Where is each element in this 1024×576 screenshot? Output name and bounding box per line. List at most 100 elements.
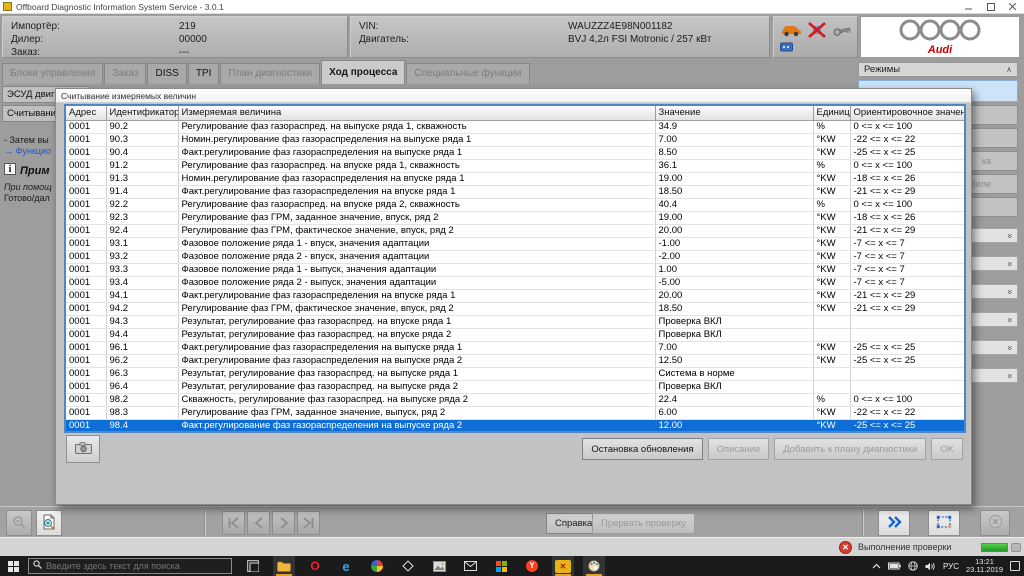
camera-icon	[75, 442, 92, 457]
table-row[interactable]: 000193.3Фазовое положение ряда 1 - выпус…	[66, 263, 964, 276]
opera-icon[interactable]: O	[304, 556, 326, 576]
abort-test-button: Прервать проверку	[592, 513, 695, 534]
zoom-document-button[interactable]	[36, 510, 62, 536]
dialog-button-остановка-обновления[interactable]: Остановка обновления	[582, 438, 702, 460]
battery-icon[interactable]	[888, 562, 901, 570]
x-circle-icon	[988, 514, 1003, 532]
column-header[interactable]: Измеряемая величина	[178, 106, 655, 120]
table-row[interactable]: 000194.3Результат, регулирование фаз газ…	[66, 315, 964, 328]
maximize-button[interactable]	[980, 0, 1002, 14]
measured-values-dialog: Считывание измеряемых величин АдресИдент…	[55, 88, 972, 505]
connection-status-panel	[773, 16, 858, 58]
measurement-table-body: 000190.2Регулирование фаз газораспред. н…	[66, 120, 964, 432]
table-row[interactable]: 000194.2Регулирование фаз ГРМ, фактическ…	[66, 302, 964, 315]
network-icon[interactable]	[908, 561, 918, 571]
table-row[interactable]: 000196.2Факт.регулирование фаз газораспр…	[66, 354, 964, 367]
cancel-circle-button	[980, 510, 1010, 536]
progress-bar	[981, 543, 1008, 552]
table-row[interactable]: 000192.4Регулирование фаз ГРМ, фактическ…	[66, 224, 964, 237]
table-row[interactable]: 000194.4Результат, регулирование фаз газ…	[66, 328, 964, 341]
zoom-out-button	[6, 510, 32, 536]
pinwheel-app-icon[interactable]	[366, 556, 388, 576]
file-explorer-icon[interactable]	[273, 556, 295, 576]
mail-icon[interactable]	[459, 556, 481, 576]
tab-ход-процесса[interactable]: Ход процесса	[321, 60, 405, 84]
table-row[interactable]: 000192.3Регулирование фаз ГРМ, заданное …	[66, 211, 964, 224]
table-row[interactable]: 000190.3Номин.регулирование фаз газорасп…	[66, 133, 964, 146]
table-row[interactable]: 000191.2Регулирование фаз газораспред. н…	[66, 159, 964, 172]
table-row[interactable]: 000192.2Регулирование фаз газораспред. н…	[66, 198, 964, 211]
screen-capture-button[interactable]	[928, 510, 960, 536]
dealer-label: Дилер:	[11, 33, 43, 46]
tab-tpi[interactable]: TPI	[188, 63, 220, 84]
left-panel-function-link[interactable]: → Функцио	[4, 146, 56, 156]
volume-icon[interactable]	[925, 562, 936, 571]
table-row[interactable]: 000198.3Регулирование фаз ГРМ, заданное …	[66, 406, 964, 419]
tab-diss[interactable]: DISS	[147, 63, 186, 84]
double-chevron-down-icon: »	[1005, 261, 1015, 266]
dealer-value: 00000	[179, 33, 207, 46]
bottom-toolbar: Справка Прервать проверку	[0, 506, 1024, 537]
table-row[interactable]: 000191.4Факт.регулирование фаз газораспр…	[66, 185, 964, 198]
toolbar-separator	[204, 510, 206, 536]
column-header[interactable]: Единица	[813, 106, 850, 120]
task-view-button[interactable]	[242, 556, 264, 576]
no-connection-icon	[808, 22, 826, 41]
left-panel-note-line2: Готово/дал	[4, 193, 56, 203]
measurement-table-header-row: АдресИдентификаторИзмеряемая величинаЗна…	[66, 106, 964, 120]
column-header[interactable]: Значение	[655, 106, 813, 120]
table-row[interactable]: 000198.2Скважность, регулирование фаз га…	[66, 393, 964, 406]
dialog-button-добавить-к-плану-диагностики: Добавить к плану диагностики	[774, 438, 926, 460]
continue-button[interactable]	[878, 510, 910, 536]
odis-taskbar-icon[interactable]: ✕	[552, 556, 574, 576]
double-chevron-down-icon: »	[1005, 317, 1015, 322]
diamond-app-icon[interactable]	[397, 556, 419, 576]
table-row[interactable]: 000191.3Номин.регулирование фаз газорасп…	[66, 172, 964, 185]
close-button[interactable]	[1002, 0, 1024, 14]
search-input[interactable]	[46, 561, 227, 571]
table-row[interactable]: 000193.4Фазовое положение ряда 2 - выпус…	[66, 276, 964, 289]
key-icon	[832, 24, 852, 40]
vin-label: VIN:	[359, 20, 378, 33]
table-row[interactable]: 000190.2Регулирование фаз газораспред. н…	[66, 120, 964, 133]
photos-icon[interactable]	[428, 556, 450, 576]
tray-expand-icon[interactable]	[872, 563, 881, 569]
collapse-caret-icon[interactable]: ∧	[1006, 63, 1012, 76]
table-row[interactable]: 000194.1Факт.регулирование фаз газораспр…	[66, 289, 964, 302]
store-icon[interactable]	[490, 556, 512, 576]
diagnostic-interface-icon	[780, 44, 796, 55]
column-header[interactable]: Ориентировочное значение	[850, 106, 964, 120]
order-label: Заказ:	[11, 46, 40, 59]
table-row[interactable]: 000193.1Фазовое положение ряда 1 - впуск…	[66, 237, 964, 250]
tray-clock[interactable]: 13:21 23.11.2019	[966, 558, 1003, 574]
left-panel-note-title: Прим	[20, 165, 50, 177]
double-chevron-down-icon: »	[1005, 233, 1015, 238]
window-titlebar: Offboard Diagnostic Information System S…	[0, 0, 1024, 14]
notification-center-icon[interactable]	[1010, 561, 1020, 571]
tab-заказ: Заказ	[104, 63, 146, 84]
taskbar-search[interactable]	[28, 558, 232, 574]
table-row[interactable]: 000196.4Результат, регулирование фаз газ…	[66, 380, 964, 393]
start-button[interactable]	[0, 556, 26, 576]
table-row[interactable]: 000196.1Факт.регулирование фаз газораспр…	[66, 341, 964, 354]
table-row[interactable]: 000193.2Фазовое положение ряда 2 - впуск…	[66, 250, 964, 263]
importer-label: Импортёр:	[11, 20, 60, 33]
info-icon: i	[4, 163, 16, 175]
table-row[interactable]: 000190.4Факт.регулирование фаз газораспр…	[66, 146, 964, 159]
table-row[interactable]: 000196.3Результат, регулирование фаз газ…	[66, 367, 964, 380]
nav-last-button	[297, 511, 320, 535]
yandex-browser-icon[interactable]: Y	[521, 556, 543, 576]
engine-value: BVJ 4,2л FSI Motronic / 257 кВт	[568, 33, 711, 46]
magnifier-minus-icon	[12, 515, 26, 532]
brand-name: Audi	[928, 45, 952, 56]
snapshot-button[interactable]	[66, 435, 100, 463]
tab-блоки-управления: Блоки управления	[2, 63, 103, 84]
column-header[interactable]: Идентификатор	[106, 106, 178, 120]
minimize-button[interactable]	[958, 0, 980, 14]
left-panel-note-line: При помощ	[4, 182, 56, 192]
language-indicator[interactable]: РУС	[943, 562, 959, 571]
edge-icon[interactable]: e	[335, 556, 357, 576]
paint-icon[interactable]	[583, 556, 605, 576]
column-header[interactable]: Адрес	[66, 106, 106, 120]
table-row[interactable]: 000198.4Факт.регулирование фаз газораспр…	[66, 419, 964, 432]
